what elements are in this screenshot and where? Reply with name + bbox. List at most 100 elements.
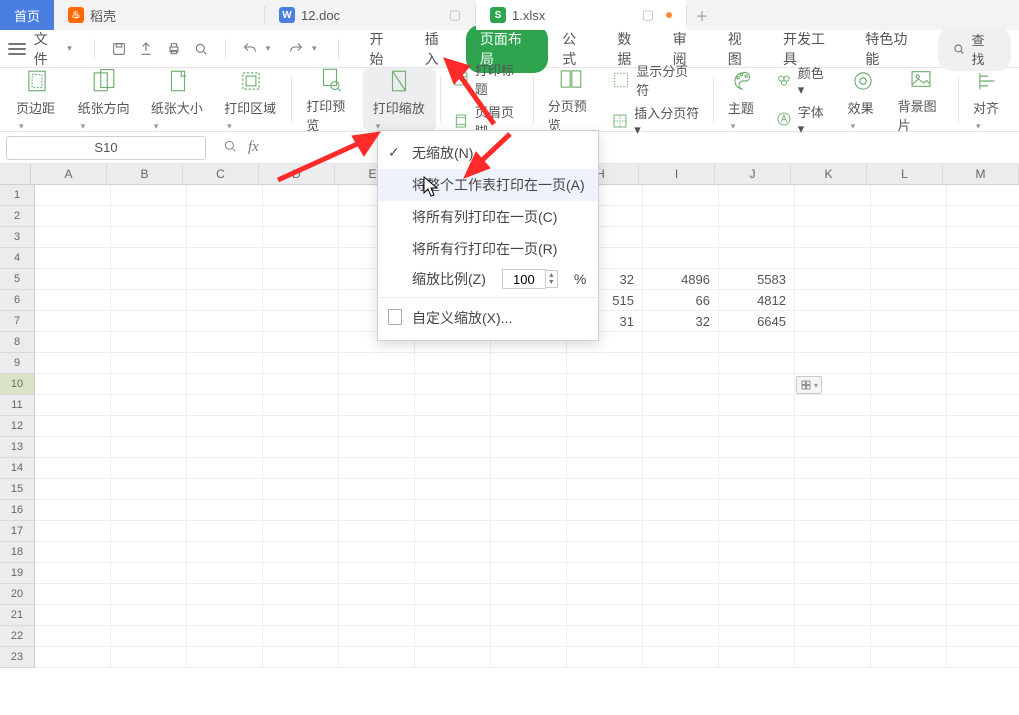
cell[interactable] bbox=[795, 584, 871, 605]
cell[interactable] bbox=[187, 521, 263, 542]
cell[interactable] bbox=[339, 521, 415, 542]
cell[interactable] bbox=[415, 605, 491, 626]
cell[interactable] bbox=[567, 458, 643, 479]
cell[interactable] bbox=[567, 437, 643, 458]
cell[interactable] bbox=[339, 584, 415, 605]
row-header[interactable]: 1 bbox=[0, 185, 34, 206]
cell[interactable] bbox=[415, 416, 491, 437]
cell[interactable] bbox=[415, 647, 491, 668]
cell[interactable] bbox=[263, 332, 339, 353]
cell[interactable] bbox=[947, 626, 1019, 647]
row-header[interactable]: 17 bbox=[0, 521, 34, 542]
cell[interactable] bbox=[947, 395, 1019, 416]
print-preview-button[interactable]: 打印预览 bbox=[296, 68, 363, 131]
row-header[interactable]: 10 bbox=[0, 374, 34, 395]
cell[interactable] bbox=[871, 374, 947, 395]
cell[interactable] bbox=[263, 542, 339, 563]
cell[interactable] bbox=[871, 290, 947, 311]
cell[interactable] bbox=[187, 227, 263, 248]
cell[interactable] bbox=[643, 626, 719, 647]
cell[interactable] bbox=[947, 416, 1019, 437]
row-header[interactable]: 7 bbox=[0, 311, 34, 332]
cell[interactable] bbox=[795, 563, 871, 584]
cell[interactable] bbox=[719, 248, 795, 269]
cell[interactable] bbox=[263, 311, 339, 332]
row-header[interactable]: 20 bbox=[0, 584, 34, 605]
color-button[interactable]: 颜色 ▾ bbox=[776, 63, 830, 98]
cell[interactable] bbox=[415, 353, 491, 374]
cell[interactable] bbox=[187, 332, 263, 353]
column-header[interactable]: B bbox=[107, 164, 183, 184]
name-box[interactable]: S10 bbox=[6, 136, 206, 160]
cell[interactable] bbox=[35, 647, 111, 668]
search-box[interactable]: 查找 bbox=[938, 27, 1011, 71]
cell[interactable] bbox=[491, 437, 567, 458]
effects-button[interactable]: 效果 bbox=[838, 68, 888, 131]
column-header[interactable]: K bbox=[791, 164, 867, 184]
row-header[interactable]: 11 bbox=[0, 395, 34, 416]
cell[interactable] bbox=[719, 626, 795, 647]
cell[interactable] bbox=[35, 458, 111, 479]
row-header[interactable]: 8 bbox=[0, 332, 34, 353]
row-header[interactable]: 13 bbox=[0, 437, 34, 458]
column-header[interactable]: J bbox=[715, 164, 791, 184]
cell[interactable] bbox=[263, 605, 339, 626]
cell[interactable] bbox=[415, 521, 491, 542]
cell[interactable] bbox=[263, 269, 339, 290]
cell[interactable] bbox=[567, 374, 643, 395]
cell[interactable] bbox=[719, 500, 795, 521]
print-icon[interactable] bbox=[162, 37, 186, 61]
cell[interactable] bbox=[567, 521, 643, 542]
cell[interactable] bbox=[35, 311, 111, 332]
cell[interactable] bbox=[795, 479, 871, 500]
cell[interactable]: 5583 bbox=[719, 269, 795, 290]
row-header[interactable]: 19 bbox=[0, 563, 34, 584]
undo-icon[interactable] bbox=[238, 37, 262, 61]
cell[interactable] bbox=[795, 521, 871, 542]
cell[interactable] bbox=[871, 605, 947, 626]
cell[interactable] bbox=[35, 269, 111, 290]
cell[interactable] bbox=[339, 374, 415, 395]
cell[interactable] bbox=[643, 479, 719, 500]
cell[interactable] bbox=[643, 458, 719, 479]
cell[interactable] bbox=[947, 290, 1019, 311]
cell[interactable] bbox=[795, 206, 871, 227]
cell[interactable] bbox=[263, 479, 339, 500]
cell[interactable] bbox=[947, 542, 1019, 563]
cell[interactable] bbox=[35, 248, 111, 269]
file-menu[interactable]: 文件 bbox=[34, 29, 62, 69]
cell[interactable] bbox=[795, 248, 871, 269]
cell[interactable] bbox=[35, 521, 111, 542]
cell[interactable] bbox=[871, 458, 947, 479]
insert-breaks-button[interactable]: 插入分页符 ▾ bbox=[612, 103, 701, 138]
cell[interactable] bbox=[35, 374, 111, 395]
theme-button[interactable]: 主题 bbox=[718, 68, 768, 131]
cell[interactable] bbox=[947, 584, 1019, 605]
cell[interactable] bbox=[415, 563, 491, 584]
cell[interactable] bbox=[263, 584, 339, 605]
cell[interactable] bbox=[111, 290, 187, 311]
chevron-down-icon[interactable]: ▾ bbox=[312, 43, 317, 54]
cell[interactable] bbox=[415, 626, 491, 647]
cell[interactable] bbox=[339, 542, 415, 563]
cell[interactable] bbox=[111, 248, 187, 269]
cell[interactable] bbox=[795, 332, 871, 353]
row-header[interactable]: 18 bbox=[0, 542, 34, 563]
cell[interactable] bbox=[643, 416, 719, 437]
cell[interactable] bbox=[719, 563, 795, 584]
tab-daoke[interactable]: ♨ 稻壳 bbox=[54, 0, 264, 30]
cell[interactable] bbox=[263, 248, 339, 269]
cell[interactable] bbox=[111, 206, 187, 227]
cell[interactable] bbox=[871, 248, 947, 269]
cell[interactable] bbox=[947, 227, 1019, 248]
cell[interactable] bbox=[187, 626, 263, 647]
cell[interactable] bbox=[415, 374, 491, 395]
cell[interactable] bbox=[491, 542, 567, 563]
cell[interactable] bbox=[339, 416, 415, 437]
cell[interactable] bbox=[947, 185, 1019, 206]
cell[interactable] bbox=[187, 395, 263, 416]
cell[interactable] bbox=[947, 437, 1019, 458]
cell[interactable] bbox=[567, 353, 643, 374]
cell[interactable] bbox=[719, 458, 795, 479]
cell[interactable] bbox=[263, 353, 339, 374]
